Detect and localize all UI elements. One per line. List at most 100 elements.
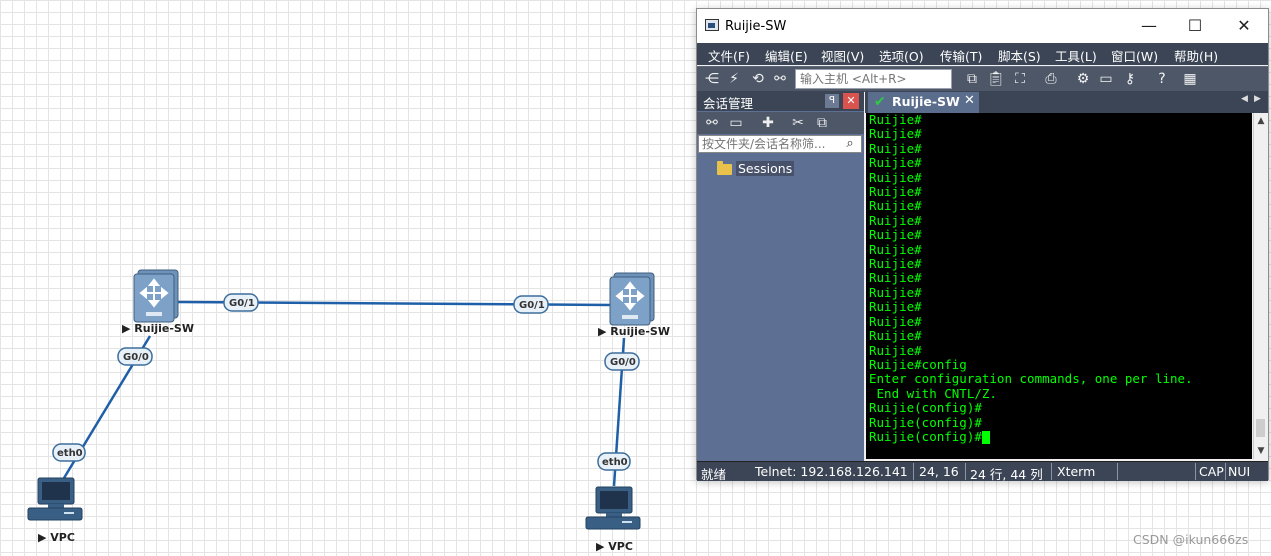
terminal-cursor [981,430,990,444]
terminal-line: Ruijie(config)# [869,414,982,430]
search-icon[interactable]: ⌕ [842,136,858,152]
terminal-line: Enter configuration commands, one per li… [869,371,1193,387]
menu-bar: 文件(F) 编辑(E) 视图(V) 选项(O) 传输(T) 脚本(S) 工具(L… [697,43,1268,65]
terminal-line: Ruijie# [869,241,922,257]
reconnect-icon[interactable]: ⟲ [749,70,767,88]
copy-icon[interactable]: ⧉ [963,70,981,88]
sidebar-close-button[interactable]: ✕ [843,93,859,109]
settings-icon[interactable]: ⚙ [1074,70,1092,88]
terminal-line: Ruijie# [869,256,922,272]
vpc-right[interactable] [585,486,641,530]
terminal-line: Ruijie# [869,140,922,156]
close-button[interactable]: ✕ [1221,13,1267,39]
svg-text:G0/1: G0/1 [519,300,545,311]
terminal-line: Ruijie(config)# [869,400,982,416]
topology-canvas: ▶ Ruijie-SW ▶ Ruijie-SW ▶ VPC ▶ VPC G0/1… [27,269,670,553]
add-session-icon[interactable]: ✚ [759,114,777,132]
terminal-line: Ruijie# [869,169,922,185]
pin-icon[interactable]: ꟼ [825,94,839,108]
maximize-button[interactable]: ☐ [1172,13,1218,39]
new-tab-icon[interactable]: ▭ [727,114,745,132]
switch-left-label: ▶ Ruijie-SW [122,322,194,335]
session-filter-input[interactable] [698,135,862,153]
status-divider [1225,463,1226,480]
scroll-down-icon[interactable]: ▼ [1256,446,1266,456]
terminal-line: Ruijie# [869,328,922,344]
terminal-line: Ruijie# [869,227,922,243]
menu-view[interactable]: 视图(V) [821,46,864,65]
switch-right[interactable] [609,272,655,326]
menu-tools[interactable]: 工具(L) [1055,46,1097,65]
help-icon[interactable]: ? [1153,70,1171,88]
connect-icon[interactable]: ⋲ [703,70,721,88]
terminal-screen[interactable]: Ruijie# Ruijie# Ruijie# Ruijie# Ruijie# … [866,113,1252,459]
terminal-line: Ruijie# [869,299,922,315]
copy-session-icon[interactable]: ⧉ [813,114,831,132]
minimize-button[interactable]: — [1126,13,1172,39]
tab-scroll-left-icon[interactable]: ◀ [1241,94,1248,104]
terminal-line: Ruijie# [869,212,922,228]
port-label-left-g01: G0/1 [223,293,259,312]
terminal-line: Ruijie# [869,270,922,286]
tab-ruijie-sw[interactable]: ✔ Ruijie-SW ✕ [868,92,979,113]
port-label-left-eth0: eth0 [52,443,86,462]
cut-icon[interactable]: ✂ [789,114,807,132]
window-title: Ruijie-SW [725,19,787,34]
terminal-line: Ruijie#config [869,356,967,372]
menu-window[interactable]: 窗口(W) [1111,46,1158,65]
link-icon[interactable]: ⚯ [771,70,789,88]
switch-right-label: ▶ Ruijie-SW [598,325,670,338]
menu-options[interactable]: 选项(O) [879,46,924,65]
menu-file[interactable]: 文件(F) [708,46,750,65]
menu-edit[interactable]: 编辑(E) [765,46,808,65]
menu-help[interactable]: 帮助(H) [1174,46,1218,65]
port-label-right-g01: G0/1 [513,295,549,314]
status-bar: 就绪 Telnet: 192.168.126.141 24, 16 24 行, … [697,461,1268,482]
menu-script[interactable]: 脚本(S) [998,46,1041,65]
keys-icon[interactable]: ⚷ [1121,70,1139,88]
vpc-left[interactable] [27,477,83,521]
status-size: 24 行, 44 列 [970,467,1043,482]
sftp-icon[interactable]: ▦ [1181,70,1199,88]
svg-text:G0/1: G0/1 [229,298,255,309]
switch-left[interactable] [133,269,179,323]
svg-text:G0/0: G0/0 [610,357,636,368]
find-icon[interactable]: ⛶ [1011,70,1029,88]
print-icon[interactable]: ⎙ [1042,70,1060,88]
status-divider [1051,463,1052,480]
menu-transfer[interactable]: 传输(T) [940,46,982,65]
connect-session-icon[interactable]: ⚯ [703,114,721,132]
folder-icon [717,161,732,175]
tab-label: Ruijie-SW [892,94,960,109]
status-ready: 就绪 [701,467,727,482]
quick-connect-icon[interactable]: ⚡ [725,70,743,88]
host-input[interactable] [795,69,952,89]
terminal-line: Ruijie# [869,313,922,329]
status-divider [1117,463,1118,480]
session-manager: 会话管理 ꟼ ✕ ⚯ ▭ ✚ ✂ ⧉ ⌕ Sessions [697,91,864,461]
scroll-up-icon[interactable]: ▲ [1256,116,1266,126]
port-label-right-eth0: eth0 [597,452,631,471]
tab-scroll-right-icon[interactable]: ▶ [1254,94,1261,104]
terminal-prompt: Ruijie(config)# [869,428,982,444]
status-terminal-type: Xterm [1057,464,1096,479]
port-label-left-g00: G0/0 [117,347,153,366]
status-divider [965,463,966,480]
svg-text:eth0: eth0 [602,457,628,468]
status-cap: CAP [1199,464,1224,479]
vpc-left-label: ▶ VPC [38,531,75,544]
session-manager-title: 会话管理 [703,96,754,111]
title-bar[interactable]: Ruijie-SW — ☐ ✕ [697,9,1268,43]
terminal-window: Ruijie-SW — ☐ ✕ 文件(F) 编辑(E) 视图(V) 选项(O) … [696,8,1269,482]
status-cursor-position: 24, 16 [919,464,959,479]
status-divider [1195,463,1196,480]
port-label-right-g00: G0/0 [604,352,640,371]
vpc-right-label: ▶ VPC [596,540,633,553]
keymap-icon[interactable]: ▭ [1097,70,1115,88]
scroll-thumb[interactable] [1256,419,1265,437]
status-num: NUI [1228,464,1251,479]
terminal-scrollbar[interactable]: ▲ ▼ [1253,113,1268,459]
paste-icon[interactable]: 📋︎ [987,70,1005,88]
sessions-folder-label: Sessions [736,161,795,176]
tab-close-button[interactable]: ✕ [964,93,975,108]
